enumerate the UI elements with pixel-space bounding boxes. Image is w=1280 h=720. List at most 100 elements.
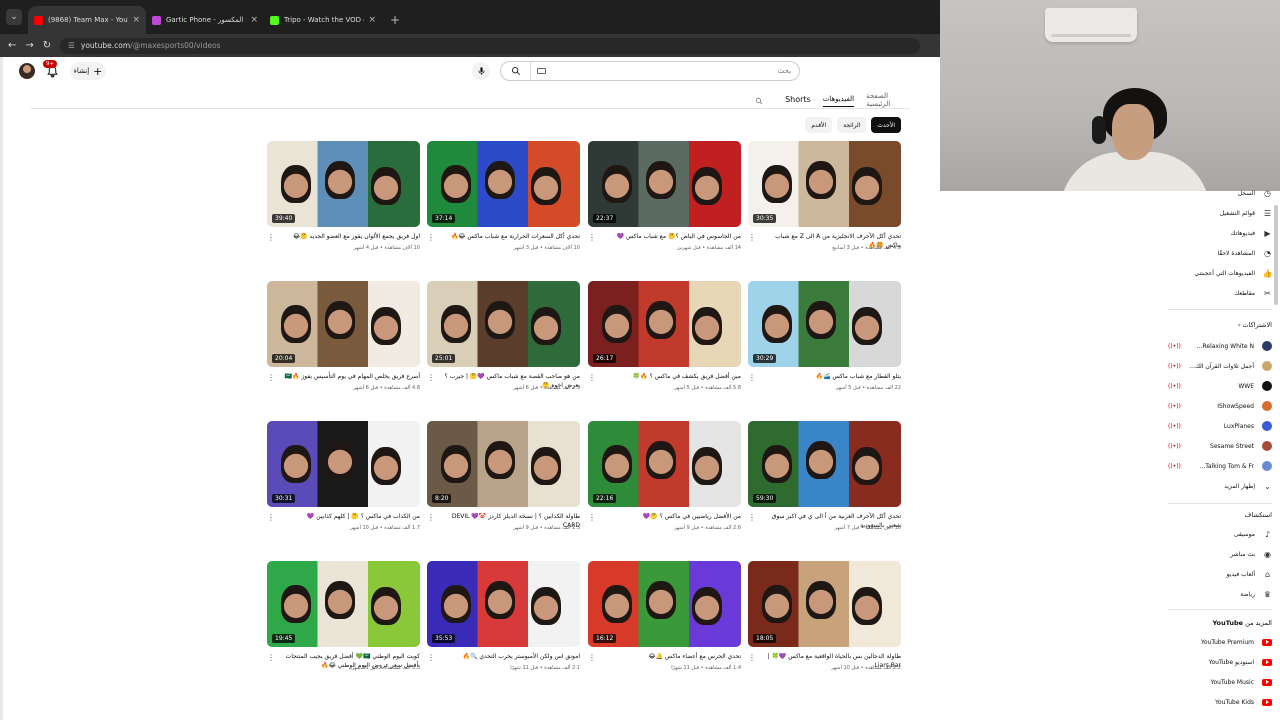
video-title[interactable]: يتلو القطار مع شباب ماكس 🚄🔥 xyxy=(759,373,902,382)
video-thumbnail[interactable]: 37:14 xyxy=(427,141,580,227)
video-card[interactable]: 22:16 من الأفضل رياضيين في ماكس ؟ 🤔💜 2.6 أ… xyxy=(588,421,741,551)
video-card[interactable]: 37:14 تحدي أكل السعرات الحرارية مع شباب م… xyxy=(427,141,580,271)
subscription-item[interactable]: Talking Tom & Fr... ((•)) xyxy=(1168,459,1272,473)
browser-tab[interactable]: Tripo - Watch the VOD on Kick × xyxy=(264,6,382,34)
tab-close-icon[interactable]: × xyxy=(250,15,258,25)
video-thumbnail[interactable]: 39:40 xyxy=(267,141,420,227)
subscription-item[interactable]: Relaxing White N... ((•)) xyxy=(1168,339,1272,353)
keyboard-icon[interactable] xyxy=(537,68,546,74)
search-button[interactable] xyxy=(501,62,531,80)
new-tab-button[interactable]: + xyxy=(390,13,400,27)
video-title[interactable]: من الأفضل رياضيين في ماكس ؟ 🤔💜 xyxy=(599,513,741,522)
more-actions-icon[interactable]: ⋮ xyxy=(588,513,596,522)
more-actions-icon[interactable]: ⋮ xyxy=(267,373,275,382)
sidebar-item[interactable]: ▶ فيديوهاتك xyxy=(1168,226,1272,240)
subscription-item[interactable]: WWE ((•)) xyxy=(1168,379,1272,393)
video-title[interactable]: تحدي أكل السعرات الحرارية مع شباب ماكس 😂… xyxy=(438,233,580,242)
more-actions-icon[interactable]: ⋮ xyxy=(267,513,275,522)
video-card[interactable]: 18:05 طاولة الدجالين بس بالحياة الواقعية … xyxy=(748,561,901,691)
video-card[interactable]: 16:12 تحدي الجرس مع أعضاء ماكس 🔔😂 1.4 ألف … xyxy=(588,561,741,691)
more-actions-icon[interactable]: ⋮ xyxy=(748,513,756,522)
subscription-item[interactable]: Sesame Street ((•)) xyxy=(1168,439,1272,453)
video-thumbnail[interactable]: 22:37 xyxy=(588,141,741,227)
video-title[interactable]: اول فريق يجمع الألوان يفوز مع العضو الجد… xyxy=(278,233,420,242)
sidebar-item[interactable]: 👍 الفيديوهات التي أعجبتني xyxy=(1168,266,1272,280)
tab-search-icon[interactable]: ⌄ xyxy=(6,9,22,25)
youtube-product-item[interactable]: استوديو YouTube xyxy=(1168,655,1272,669)
more-actions-icon[interactable]: ⋮ xyxy=(267,233,275,242)
video-thumbnail[interactable]: 16:12 xyxy=(588,561,741,647)
tab-close-icon[interactable]: × xyxy=(368,15,376,25)
video-card[interactable]: 30:31 من الكذاب في ماكس ؟ 🤔 | كلهم كذابين… xyxy=(267,421,420,551)
video-card[interactable]: 59:30 تحدي أكل الأحرف العربية من أ الى ي … xyxy=(748,421,901,551)
chip-oldest[interactable]: الأقدم xyxy=(805,117,833,133)
browser-tab[interactable]: Gartic Phone - الهاتف المكسور × xyxy=(146,6,264,34)
chip-popular[interactable]: الرائجة xyxy=(837,117,867,133)
subscriptions-header[interactable]: الاشتراكات ‹ xyxy=(1238,321,1272,329)
video-card[interactable]: 30:35 تحدي أكل الأحرف الانجليزية من A الى… xyxy=(748,141,901,271)
more-actions-icon[interactable]: ⋮ xyxy=(267,653,275,662)
subscription-item[interactable]: أجمل تلاوات القرآن الك... ((•)) xyxy=(1168,359,1272,373)
create-button[interactable]: إنشاء + xyxy=(70,62,106,80)
video-card[interactable]: 22:37 من الجاسوس في الباص ؟🤔 مع شباب ماكس… xyxy=(588,141,741,271)
more-actions-icon[interactable]: ⋮ xyxy=(748,373,756,382)
video-title[interactable]: مين أفضل فريق يكشف في ماكس ؟ 🔥🍀 xyxy=(599,373,741,382)
forward-icon[interactable]: → xyxy=(25,40,33,51)
video-title[interactable]: من الجاسوس في الباص ؟🤔 مع شباب ماكس 💜 xyxy=(599,233,741,242)
subscription-item[interactable]: IShowSpeed ((•)) xyxy=(1168,399,1272,413)
video-title[interactable]: أسرع فريق يخلص المهام في يوم التأسيس يفو… xyxy=(278,373,420,382)
more-actions-icon[interactable]: ⋮ xyxy=(427,373,435,382)
video-card[interactable]: 19:45 كويت اليوم الوطني 🇸🇦💚 أفضل فريق يجي… xyxy=(267,561,420,691)
video-title[interactable]: من الكذاب في ماكس ؟ 🤔 | كلهم كذابين 💜 xyxy=(278,513,420,522)
search-input[interactable] xyxy=(546,67,799,75)
sidebar-item[interactable]: ◔ المشاهدة لاحقًا xyxy=(1168,246,1272,260)
video-thumbnail[interactable]: 18:05 xyxy=(748,561,901,647)
video-thumbnail[interactable]: 59:30 xyxy=(748,421,901,507)
address-bar[interactable]: ☰ youtube.com/@maxesports00/videos xyxy=(60,37,921,54)
more-actions-icon[interactable]: ⋮ xyxy=(588,233,596,242)
more-actions-icon[interactable]: ⋮ xyxy=(748,653,756,662)
video-card[interactable]: 26:17 مين أفضل فريق يكشف في ماكس ؟ 🔥🍀 5.8 … xyxy=(588,281,741,411)
more-actions-icon[interactable]: ⋮ xyxy=(588,653,596,662)
back-icon[interactable]: ← xyxy=(8,40,16,51)
sidebar-item[interactable]: ♛ رياضة xyxy=(1168,587,1272,601)
video-title[interactable]: تحدي الجرس مع أعضاء ماكس 🔔😂 xyxy=(599,653,741,662)
channel-search-icon[interactable] xyxy=(755,96,763,106)
video-title[interactable]: امونق اس ولكن الأمبوستر يخرب التحدي 🔍🔥 xyxy=(438,653,580,662)
sidebar-item[interactable]: ☰ قوائم التشغيل xyxy=(1168,206,1272,220)
sidebar-scrollbar[interactable] xyxy=(1274,205,1278,305)
video-thumbnail[interactable]: 35:53 xyxy=(427,561,580,647)
tab-videos[interactable]: الفيديوهات xyxy=(822,95,855,107)
tab-close-icon[interactable]: × xyxy=(132,15,140,25)
video-thumbnail[interactable]: 20:04 xyxy=(267,281,420,367)
more-actions-icon[interactable]: ⋮ xyxy=(427,513,435,522)
video-thumbnail[interactable]: 26:17 xyxy=(588,281,741,367)
video-card[interactable]: 39:40 اول فريق يجمع الألوان يفوز مع العضو… xyxy=(267,141,420,271)
video-card[interactable]: 30:29 يتلو القطار مع شباب ماكس 🚄🔥 22 ألف م… xyxy=(748,281,901,411)
youtube-product-item[interactable]: YouTube Premium xyxy=(1168,635,1272,649)
sidebar-item[interactable]: ◷ السجل xyxy=(1168,186,1272,200)
show-more-button[interactable]: ⌄ إظهار المزيد xyxy=(1168,479,1272,493)
tab-shorts[interactable]: Shorts xyxy=(785,95,811,107)
more-actions-icon[interactable]: ⋮ xyxy=(427,233,435,242)
site-info-icon[interactable]: ☰ xyxy=(68,41,75,50)
reload-icon[interactable]: ↻ xyxy=(43,40,51,51)
sidebar-item[interactable]: ♪ موسيقى xyxy=(1168,527,1272,541)
sidebar-item[interactable]: ⌂ ألعاب فيديو xyxy=(1168,567,1272,581)
video-thumbnail[interactable]: 8:20 xyxy=(427,421,580,507)
video-thumbnail[interactable]: 22:16 xyxy=(588,421,741,507)
subscription-item[interactable]: LuxPlanes ((•)) xyxy=(1168,419,1272,433)
video-thumbnail[interactable]: 30:31 xyxy=(267,421,420,507)
video-thumbnail[interactable]: 19:45 xyxy=(267,561,420,647)
sidebar-item[interactable]: ◉ بث مباشر xyxy=(1168,547,1272,561)
video-card[interactable]: 35:53 امونق اس ولكن الأمبوستر يخرب التحدي… xyxy=(427,561,580,691)
video-card[interactable]: 20:04 أسرع فريق يخلص المهام في يوم التأسي… xyxy=(267,281,420,411)
chip-latest[interactable]: الأحدث xyxy=(871,117,901,133)
video-card[interactable]: 8:20 طاولة الكذابين ؟ | نسخة الديلز كاردز… xyxy=(427,421,580,551)
video-thumbnail[interactable]: 30:29 xyxy=(748,281,901,367)
more-actions-icon[interactable]: ⋮ xyxy=(427,653,435,662)
voice-search-mic-icon[interactable] xyxy=(472,62,490,80)
video-thumbnail[interactable]: 30:35 xyxy=(748,141,901,227)
youtube-product-item[interactable]: YouTube Kids xyxy=(1168,695,1272,709)
more-actions-icon[interactable]: ⋮ xyxy=(588,373,596,382)
